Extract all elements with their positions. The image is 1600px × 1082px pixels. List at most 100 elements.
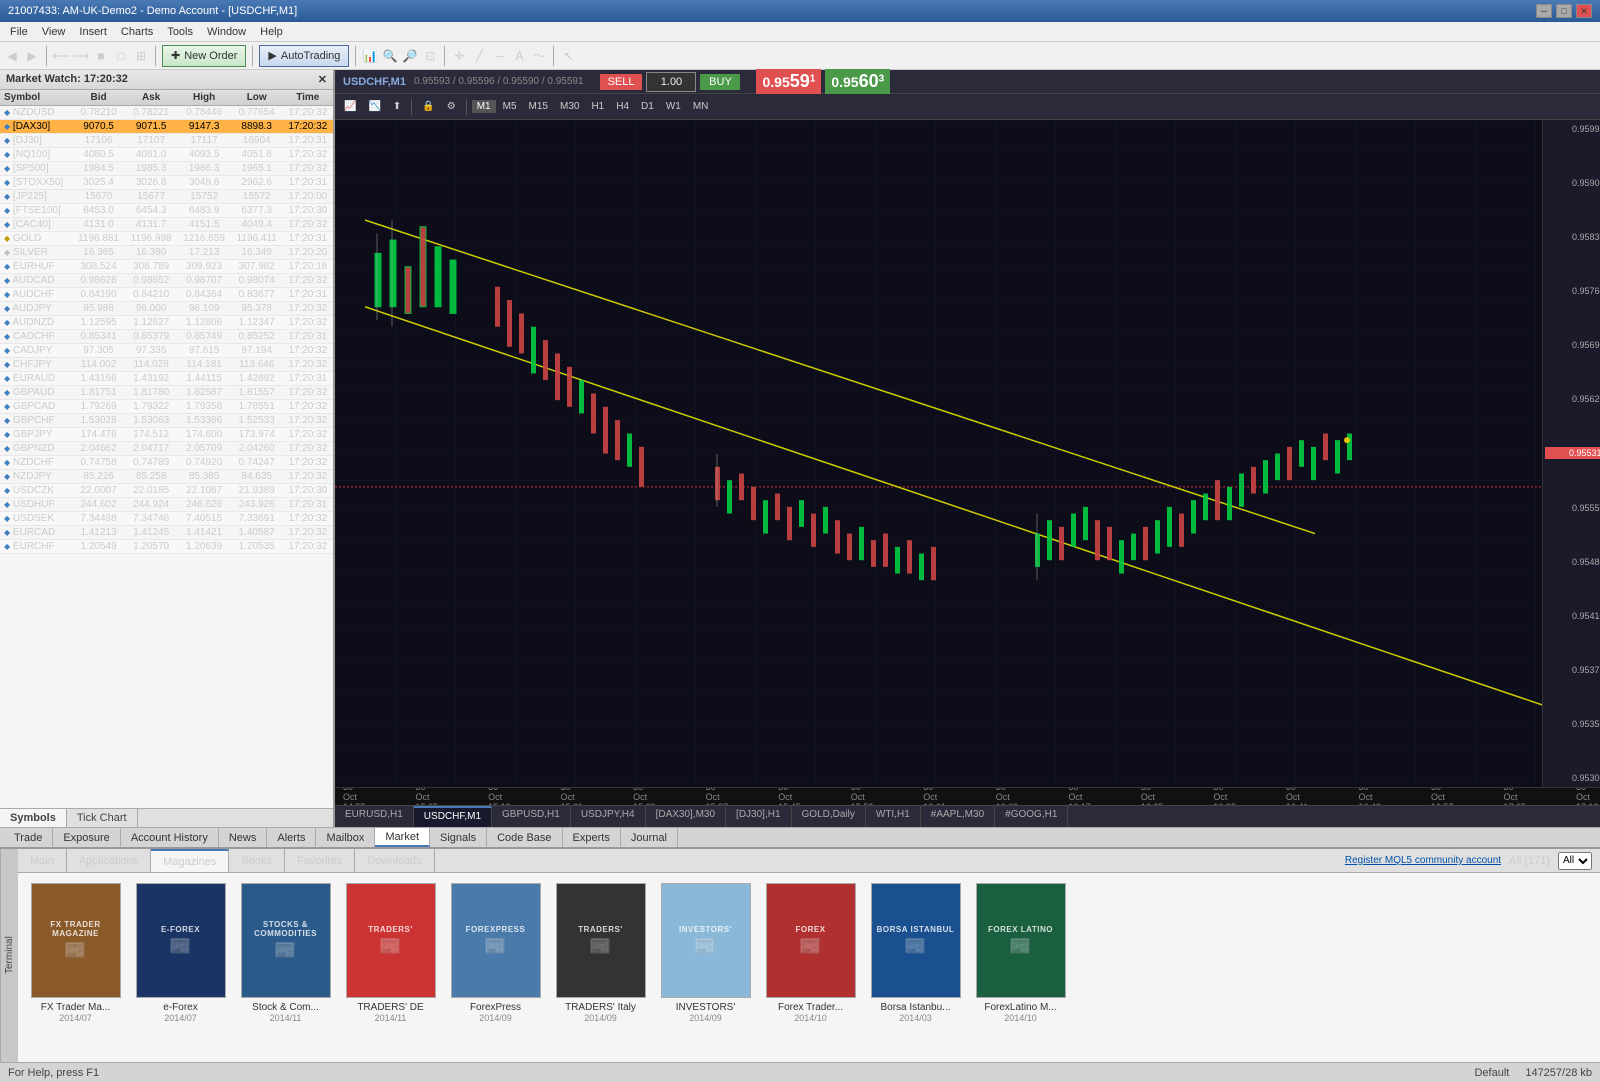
chart-settings-icon[interactable]: ⊡ (422, 48, 438, 64)
nav-tab-journal[interactable]: Journal (621, 828, 678, 847)
market-row[interactable]: ◆ GBPJPY 174.476 174.512 174.600 173.974… (0, 428, 333, 442)
magazine-card[interactable]: INVESTORS' 📰 INVESTORS' 2014/09 (658, 883, 753, 1052)
toolbar-icon-7[interactable]: ⊞ (133, 48, 149, 64)
toolbar-icon-4[interactable]: ⟶ (73, 48, 89, 64)
market-row[interactable]: ◆ USDCZK 22.0007 22.0185 22.1087 21.9389… (0, 484, 333, 498)
magazine-card[interactable]: TRADERS' 📰 TRADERS' Italy 2014/09 (553, 883, 648, 1052)
tf-btn-mn[interactable]: MN (688, 100, 714, 113)
chart-tab-usdjpy[interactable]: USDJPY,H4 (571, 806, 646, 827)
line-icon[interactable]: ╱ (471, 48, 487, 64)
mw-tab-symbols[interactable]: Symbols (0, 809, 67, 827)
tf-btn-m30[interactable]: M30 (555, 100, 584, 113)
magazine-card[interactable]: STOCKS & COMMODITIES 📰 Stock & Com... 20… (238, 883, 333, 1052)
magazine-card[interactable]: TRADERS' 📰 TRADERS' DE 2014/11 (343, 883, 438, 1052)
chart-tab-gold[interactable]: GOLD,Daily (792, 806, 866, 827)
toolbar-chart-icon-2[interactable]: 📉 (363, 100, 385, 113)
nav-tab-exposure[interactable]: Exposure (53, 828, 120, 847)
sell-button[interactable]: SELL (600, 74, 643, 90)
tf-btn-h4[interactable]: H4 (611, 100, 634, 113)
chart-canvas[interactable]: 0.95993 0.95900 0.95830 0.95760 0.95690 … (335, 120, 1600, 787)
magazine-card[interactable]: ForexPress 📰 ForexPress 2014/09 (448, 883, 543, 1052)
market-row[interactable]: ◆ CHFJPY 114.002 114.028 114.181 113.646… (0, 358, 333, 372)
market-row[interactable]: ◆ GBPAUD 1.81751 1.81780 1.82587 1.81557… (0, 386, 333, 400)
chart-tab-eurusd[interactable]: EURUSD,H1 (335, 806, 414, 827)
market-row[interactable]: ◆ AUDCAD 0.98628 0.98652 0.98707 0.98074… (0, 274, 333, 288)
chart-tab-dax30[interactable]: [DAX30],M30 (646, 806, 726, 827)
tf-btn-m5[interactable]: M5 (498, 100, 522, 113)
crosshair-icon[interactable]: ✛ (451, 48, 467, 64)
toolbar-icon-5[interactable]: ■ (93, 48, 109, 64)
market-row[interactable]: ◆ AUDCHF 0.84190 0.84210 0.84364 0.83677… (0, 288, 333, 302)
market-watch-close-icon[interactable]: ✕ (318, 73, 327, 86)
toolbar-icon-lock[interactable]: 🔒 (417, 100, 439, 113)
market-row[interactable]: ◆ AUDJPY 95.988 96.000 96.109 95.378 17:… (0, 302, 333, 316)
new-order-button[interactable]: ✚ New Order (162, 45, 246, 67)
toolbar-icon-2[interactable]: ▶ (24, 48, 40, 64)
magazine-card[interactable]: FX TRADER MAGAZINE 📰 FX Trader Ma... 201… (28, 883, 123, 1052)
tf-btn-d1[interactable]: D1 (636, 100, 659, 113)
nav-tab-news[interactable]: News (219, 828, 268, 847)
magazine-card[interactable]: FOREX 📰 Forex Trader... 2014/10 (763, 883, 858, 1052)
toolbar-chart-icon-1[interactable]: 📈 (339, 100, 361, 113)
menu-window[interactable]: Window (201, 24, 252, 40)
market-row[interactable]: ◆ [NQ100] 4080.5 4081.0 4093.5 4051.6 17… (0, 148, 333, 162)
menu-help[interactable]: Help (254, 24, 289, 40)
market-row[interactable]: ◆ EURAUD 1.43166 1.43192 1.44115 1.42892… (0, 372, 333, 386)
tf-btn-m1[interactable]: M1 (472, 100, 496, 113)
market-row[interactable]: ◆ [STOXX50] 3025.4 3026.8 3049.6 2962.6 … (0, 176, 333, 190)
terminal-tab-books[interactable]: Books (229, 849, 285, 872)
zoom-out-icon[interactable]: 🔎 (402, 48, 418, 64)
market-row[interactable]: ◆ EURHUF 308.524 308.789 309.923 307.982… (0, 260, 333, 274)
market-row[interactable]: ◆ EURCAD 1.41213 1.41245 1.41421 1.40587… (0, 526, 333, 540)
mw-tab-tick-chart[interactable]: Tick Chart (67, 809, 138, 827)
market-row[interactable]: ◆ [CAC40] 4131.0 4131.7 4151.5 4049.4 17… (0, 218, 333, 232)
terminal-tab-main[interactable]: Main (18, 849, 67, 872)
close-button[interactable]: ✕ (1576, 4, 1592, 18)
minimize-button[interactable]: ─ (1536, 4, 1552, 18)
nav-tab-experts[interactable]: Experts (563, 828, 621, 847)
market-row[interactable]: ◆ EURCHF 1.20549 1.20570 1.20639 1.20535… (0, 540, 333, 554)
autotrading-button[interactable]: ▶ AutoTrading (259, 45, 349, 67)
nav-tab-account-history[interactable]: Account History (121, 828, 219, 847)
toolbar-icon-3[interactable]: ⟵ (53, 48, 69, 64)
indicator-icon[interactable]: 〜 (531, 48, 547, 64)
menu-insert[interactable]: Insert (73, 24, 113, 40)
market-row[interactable]: ◆ NZDCHF 0.74758 0.74789 0.74920 0.74247… (0, 456, 333, 470)
market-row[interactable]: ◆ GBPCHF 1.53028 1.53063 1.53366 1.52533… (0, 414, 333, 428)
chart-tab-dj30[interactable]: [DJ30],H1 (726, 806, 791, 827)
chart-tab-goog[interactable]: #GOOG,H1 (995, 806, 1068, 827)
market-row[interactable]: ◆ GBPNZD 2.04662 2.04717 2.05709 2.04260… (0, 442, 333, 456)
market-row[interactable]: ◆ USDSEK 7.34498 7.34746 7.40515 7.33691… (0, 512, 333, 526)
buy-button[interactable]: BUY (700, 74, 740, 90)
magazine-card[interactable]: Forex Latino 📰 ForexLatino M... 2014/10 (973, 883, 1068, 1052)
magazine-card[interactable]: BORSA ISTANBUL 📰 Borsa Istanbu... 2014/0… (868, 883, 963, 1052)
terminal-tab-magazines[interactable]: Magazines (151, 849, 229, 872)
menu-tools[interactable]: Tools (161, 24, 199, 40)
cursor-icon[interactable]: ↖ (560, 48, 576, 64)
market-row[interactable]: ◆ NZDUSD 0.78210 0.78221 0.78446 0.77654… (0, 106, 333, 120)
chart-tab-usdchf[interactable]: USDCHF,M1 (414, 806, 492, 827)
market-row[interactable]: ◆ SILVER 16.365 16.390 17.213 16.349 17:… (0, 246, 333, 260)
market-row[interactable]: ◆ [SP500] 1984.5 1985.3 1986.3 1965.1 17… (0, 162, 333, 176)
menu-file[interactable]: File (4, 24, 34, 40)
market-row[interactable]: ◆ [JP225] 15670 15677 15752 15572 17:20:… (0, 190, 333, 204)
terminal-tab-downloads[interactable]: Downloads (355, 849, 434, 872)
market-row[interactable]: ◆ [DJ30] 17106 17107 17117 16904 17:20:3… (0, 134, 333, 148)
register-link[interactable]: Register MQL5 community account (1345, 855, 1501, 866)
toolbar-chart-icon-3[interactable]: ⬆ (388, 100, 406, 113)
nav-tab-signals[interactable]: Signals (430, 828, 487, 847)
terminal-tab-favorites[interactable]: Favorites (285, 849, 355, 872)
tf-btn-w1[interactable]: W1 (661, 100, 686, 113)
chart-tab-aapl[interactable]: #AAPL,M30 (921, 806, 995, 827)
toolbar-icon-6[interactable]: □ (113, 48, 129, 64)
tf-btn-h1[interactable]: H1 (586, 100, 609, 113)
market-row[interactable]: ◆ USDHUF 244.602 244.924 246.626 243.926… (0, 498, 333, 512)
menu-charts[interactable]: Charts (115, 24, 159, 40)
lot-size-input[interactable] (646, 72, 696, 92)
chart-type-icon[interactable]: 📊 (362, 48, 378, 64)
nav-tab-trade[interactable]: Trade (4, 828, 53, 847)
toolbar-icon-1[interactable]: ◀ (4, 48, 20, 64)
chart-tab-wti[interactable]: WTI,H1 (866, 806, 921, 827)
nav-tab-mailbox[interactable]: Mailbox (316, 828, 375, 847)
market-row[interactable]: ◆ [FTSE100] 6453.0 6454.3 6483.9 6377.3 … (0, 204, 333, 218)
